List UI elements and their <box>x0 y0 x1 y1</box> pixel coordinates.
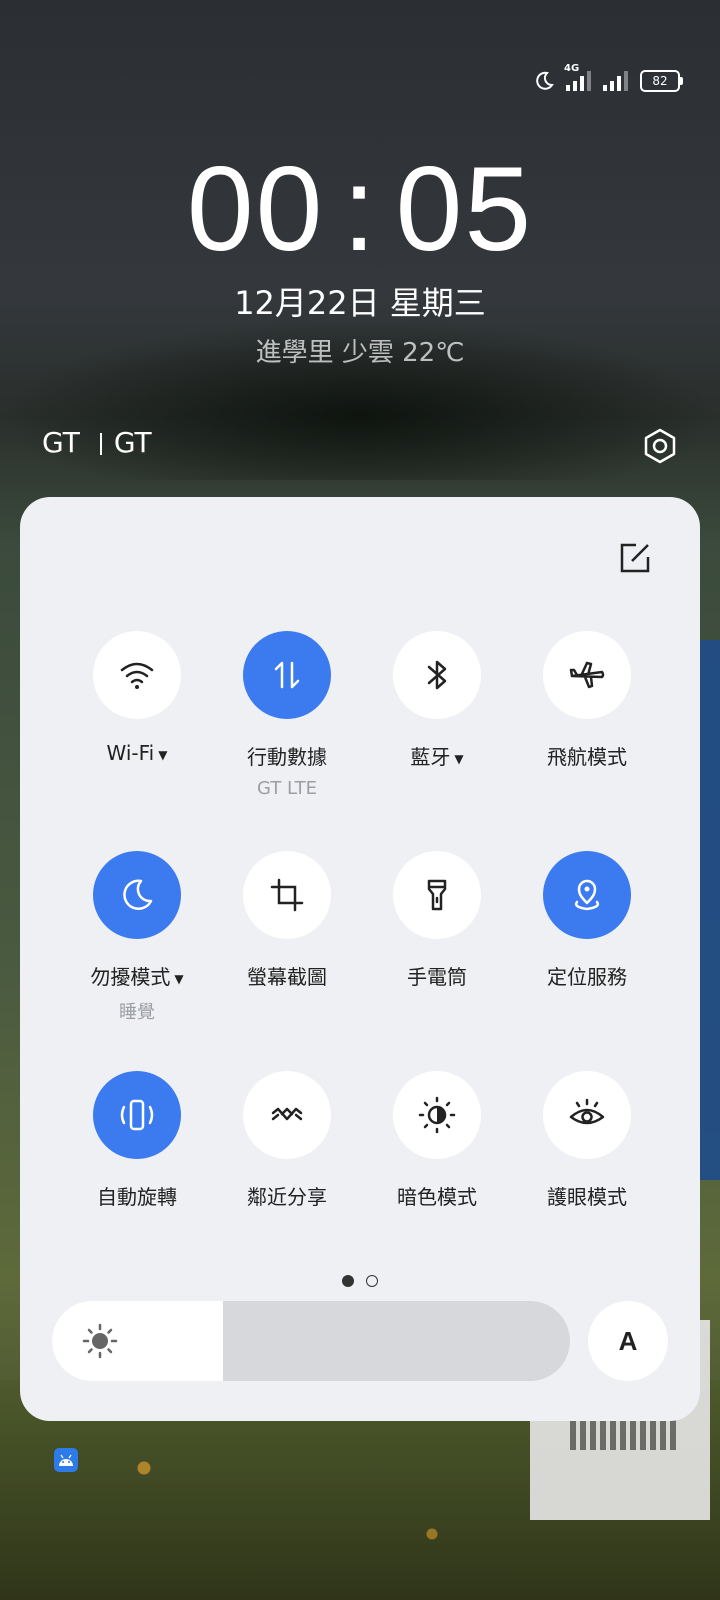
tile-dnd-sub: 睡覺 <box>119 1002 155 1023</box>
tile-wifi-button[interactable] <box>93 631 181 719</box>
clock-separator: : <box>342 142 378 276</box>
tile-flashlight[interactable]: 手電筒 <box>362 851 512 1071</box>
status-bar: 4G 82 <box>534 63 683 92</box>
brightness-slider[interactable] <box>52 1301 570 1381</box>
dark-mode-icon <box>418 1096 456 1134</box>
tile-mobile-data-label: 行動數據 <box>247 745 327 769</box>
eye-comfort-icon <box>569 1098 605 1125</box>
crop-icon <box>270 878 304 912</box>
clock-minutes: 05 <box>395 142 534 276</box>
chevron-down-icon: ▼ <box>158 747 168 762</box>
tile-screenshot-button[interactable] <box>243 851 331 939</box>
battery-icon: 82 <box>640 70 683 92</box>
tile-dnd-label: 勿擾模式 <box>90 965 171 989</box>
tile-eye-comfort[interactable]: 護眼模式 <box>512 1071 662 1291</box>
carrier-divider <box>99 433 102 455</box>
tile-flashlight-label: 手電筒 <box>407 965 467 989</box>
bluetooth-icon <box>427 660 447 690</box>
quick-settings-panel: Wi-Fi ▼ 行動數據 GT LTE 藍牙 ▼ 飛航模式 勿擾模式 ▼ 睡覺 … <box>20 497 700 1421</box>
chevron-down-icon: ▼ <box>454 751 464 766</box>
lockscreen-date: 12月22日 星期三 <box>234 284 486 322</box>
tile-dark-mode-label: 暗色模式 <box>397 1185 477 1209</box>
android-icon <box>59 1454 73 1466</box>
edit-tiles-icon[interactable] <box>618 541 652 575</box>
tile-screenshot[interactable]: 螢幕截圖 <box>212 851 362 1071</box>
tile-eye-comfort-label: 護眼模式 <box>547 1185 627 1209</box>
airplane-icon <box>569 661 605 689</box>
page-indicator <box>20 1275 700 1287</box>
mobile-data-icon <box>274 661 300 689</box>
signal-4g-icon: 4G <box>564 63 591 91</box>
tile-bluetooth-button[interactable] <box>393 631 481 719</box>
battery-level: 82 <box>652 74 668 88</box>
wifi-icon <box>120 662 154 689</box>
lockscreen-clock: 00:05 <box>0 140 720 278</box>
tile-dnd-button[interactable] <box>93 851 181 939</box>
tile-nearby-share[interactable]: 鄰近分享 <box>212 1071 362 1291</box>
tile-location-label: 定位服務 <box>547 965 627 989</box>
flashlight-icon <box>427 879 447 911</box>
moon-icon <box>123 879 153 911</box>
quick-settings-grid: Wi-Fi ▼ 行動數據 GT LTE 藍牙 ▼ 飛航模式 勿擾模式 ▼ 睡覺 … <box>62 631 662 1291</box>
tile-auto-rotate[interactable]: 自動旋轉 <box>62 1071 212 1291</box>
tile-location[interactable]: 定位服務 <box>512 851 662 1071</box>
signal-icon <box>603 71 628 91</box>
tile-screenshot-label: 螢幕截圖 <box>247 965 327 989</box>
chevron-down-icon: ▼ <box>174 971 184 986</box>
tile-bluetooth[interactable]: 藍牙 ▼ <box>362 631 512 851</box>
tile-nearby-share-button[interactable] <box>243 1071 331 1159</box>
android-notification-icon[interactable] <box>54 1448 78 1472</box>
brightness-slider-fill <box>52 1301 223 1381</box>
tile-airplane-button[interactable] <box>543 631 631 719</box>
tile-airplane[interactable]: 飛航模式 <box>512 631 662 851</box>
tile-eye-comfort-button[interactable] <box>543 1071 631 1159</box>
auto-brightness-button[interactable]: A <box>588 1301 668 1381</box>
tile-mobile-data-sub: GT LTE <box>257 778 317 799</box>
lockscreen-weather: 進學里 少雲 22℃ <box>255 338 465 368</box>
tile-auto-rotate-button[interactable] <box>93 1071 181 1159</box>
tile-bluetooth-label: 藍牙 <box>410 745 451 769</box>
location-icon <box>574 879 600 911</box>
carrier-label: GT GT <box>42 426 152 459</box>
carrier-sim1: GT <box>42 426 80 459</box>
tile-airplane-label: 飛航模式 <box>547 745 627 769</box>
carrier-sim2: GT <box>113 426 152 459</box>
brightness-sun-icon <box>82 1323 118 1359</box>
tile-wifi-label: Wi-Fi <box>106 741 155 765</box>
tile-do-not-disturb[interactable]: 勿擾模式 ▼ 睡覺 <box>62 851 212 1071</box>
tile-location-button[interactable] <box>543 851 631 939</box>
auto-rotate-icon <box>120 1099 154 1131</box>
page-dot-1[interactable] <box>342 1275 354 1287</box>
tile-wifi[interactable]: Wi-Fi ▼ <box>62 631 212 851</box>
tile-mobile-data[interactable]: 行動數據 GT LTE <box>212 631 362 851</box>
nearby-share-icon <box>271 1107 303 1121</box>
tile-dark-mode[interactable]: 暗色模式 <box>362 1071 512 1291</box>
settings-gear-icon[interactable] <box>642 428 678 464</box>
tile-dark-mode-button[interactable] <box>393 1071 481 1159</box>
moon-icon <box>536 71 554 90</box>
page-dot-2[interactable] <box>366 1275 378 1287</box>
clock-hours: 00 <box>186 142 325 276</box>
tile-flashlight-button[interactable] <box>393 851 481 939</box>
tile-auto-rotate-label: 自動旋轉 <box>97 1185 177 1209</box>
tile-mobile-data-button[interactable] <box>243 631 331 719</box>
tile-nearby-share-label: 鄰近分享 <box>247 1185 327 1209</box>
